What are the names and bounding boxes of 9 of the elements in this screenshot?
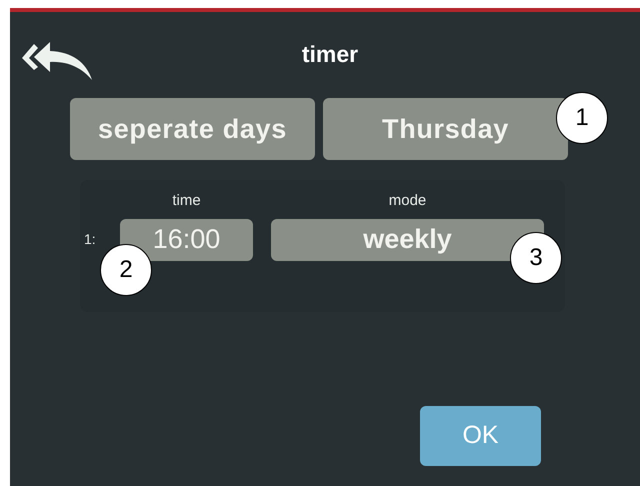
back-arrow-icon[interactable]: [20, 40, 94, 80]
column-heading: mode: [388, 191, 428, 211]
time-field[interactable]: 16:00: [120, 218, 253, 260]
screen-title: timer: [300, 40, 360, 69]
row-number: 1:: [83, 230, 97, 249]
ok-button[interactable]: OK: [420, 406, 541, 466]
selector-button[interactable]: seperate days: [70, 98, 315, 160]
selector-button[interactable]: Thursday: [323, 98, 568, 160]
column-heading: time: [171, 191, 202, 211]
